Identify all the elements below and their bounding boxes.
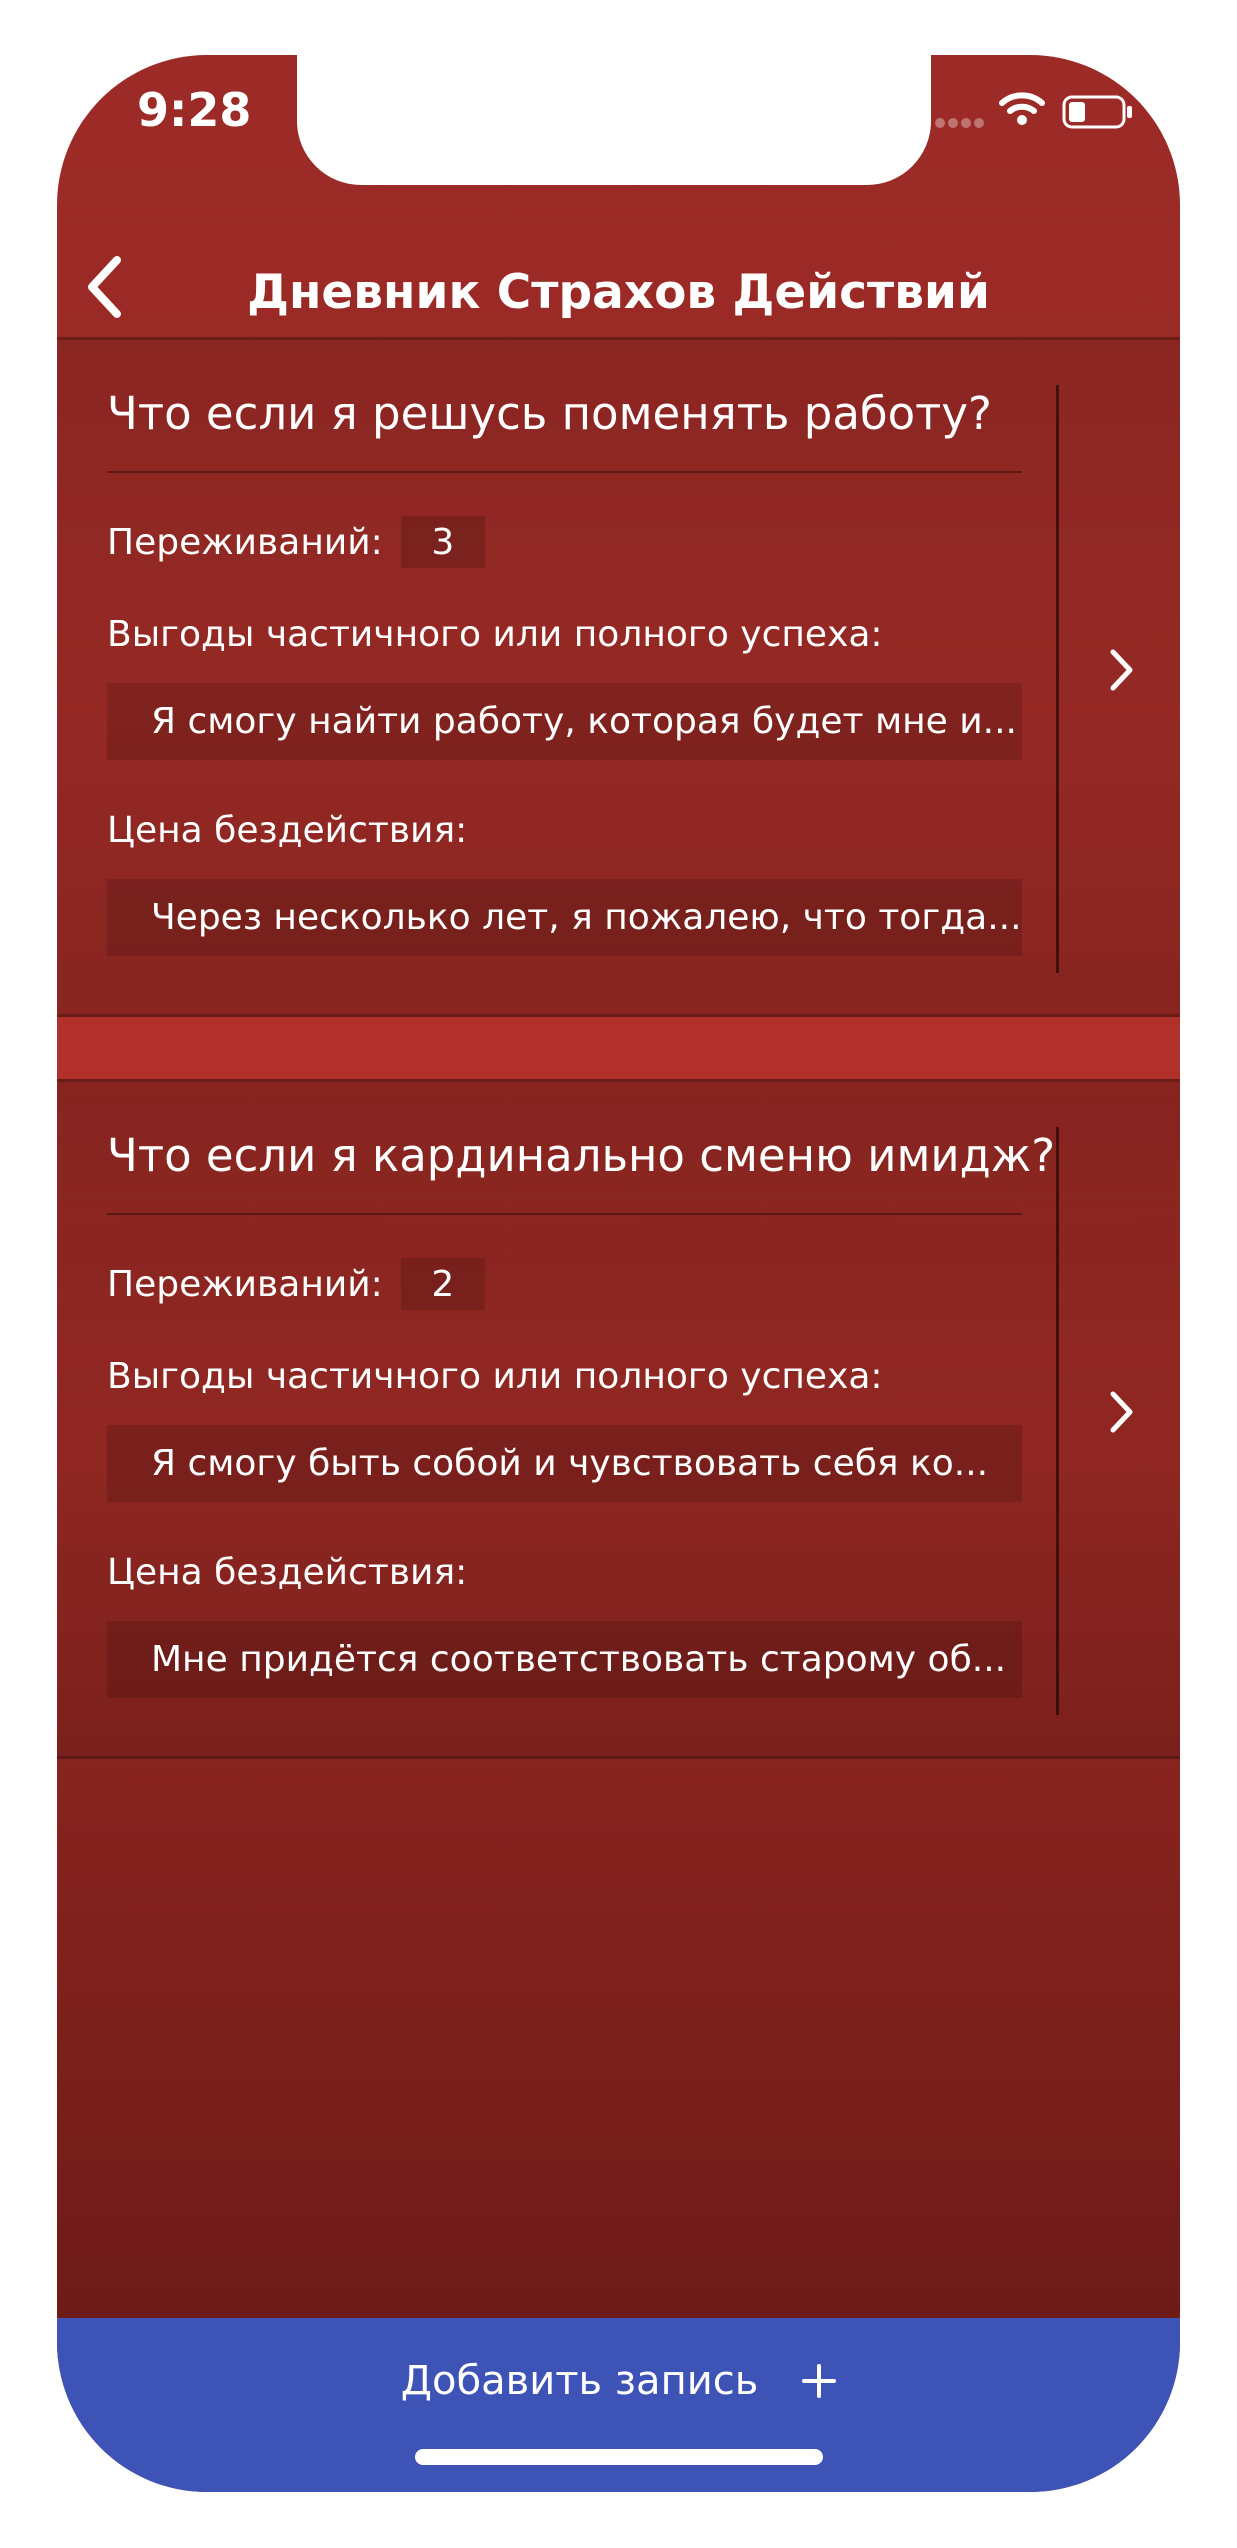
worries-row: Переживаний: 3 <box>107 516 1022 568</box>
camera-notch <box>297 55 931 185</box>
entry-vertical-divider <box>1056 385 1059 973</box>
worries-label: Переживаний: <box>107 1263 383 1305</box>
cost-label: Цена бездействия: <box>107 1552 468 1593</box>
add-entry-label: Добавить запись <box>400 2358 759 2404</box>
page-title: Дневник Страхов Действий <box>247 265 990 320</box>
entry-divider <box>107 1213 1022 1215</box>
benefit-text: Я смогу найти работу, которая будет мне … <box>107 683 1022 760</box>
home-indicator[interactable] <box>415 2449 823 2465</box>
wifi-icon <box>999 91 1045 131</box>
fear-entry-card[interactable]: Что если я решусь поменять работу? Переж… <box>57 337 1180 1017</box>
worries-row: Переживаний: 2 <box>107 1258 1022 1310</box>
card-separator <box>57 1017 1180 1079</box>
worries-count-badge: 2 <box>400 1258 485 1310</box>
entry-title: Что если я решусь поменять работу? <box>107 387 992 440</box>
status-time: 9:28 <box>137 83 252 137</box>
add-entry-button[interactable]: Добавить запись <box>57 2318 1180 2492</box>
benefit-label: Выгоды частичного или полного успеха: <box>107 1356 883 1397</box>
status-bar: 9:28 <box>57 55 1180 205</box>
cost-label: Цена бездействия: <box>107 810 468 851</box>
chevron-right-icon[interactable] <box>1092 640 1152 700</box>
cost-text: Через несколько лет, я пожалею, что тогд… <box>107 879 1022 956</box>
battery-icon <box>1062 94 1134 134</box>
worries-label: Переживаний: <box>107 521 383 563</box>
benefit-text: Я смогу быть собой и чувствовать себя ко… <box>107 1425 1022 1502</box>
add-entry-content: Добавить запись <box>57 2358 1180 2404</box>
fear-entry-card[interactable]: Что если я кардинально сменю имидж? Пере… <box>57 1079 1180 1759</box>
entry-vertical-divider <box>1056 1127 1059 1715</box>
cost-text: Мне придётся соответствовать старому об.… <box>107 1621 1022 1698</box>
chevron-left-icon[interactable] <box>69 247 139 327</box>
worries-count-badge: 3 <box>400 516 485 568</box>
entry-title: Что если я кардинально сменю имидж? <box>107 1129 1056 1182</box>
signal-dots-icon <box>935 113 991 128</box>
phone-screen: 9:28 Дневник Страхов Действий Что если я… <box>57 55 1180 2492</box>
benefit-label: Выгоды частичного или полного успеха: <box>107 614 883 655</box>
chevron-right-icon[interactable] <box>1092 1382 1152 1442</box>
entry-content: Что если я решусь поменять работу? Переж… <box>107 385 1022 956</box>
plus-icon <box>802 2364 837 2398</box>
entry-content: Что если я кардинально сменю имидж? Пере… <box>107 1127 1056 1698</box>
entry-divider <box>107 471 1022 473</box>
